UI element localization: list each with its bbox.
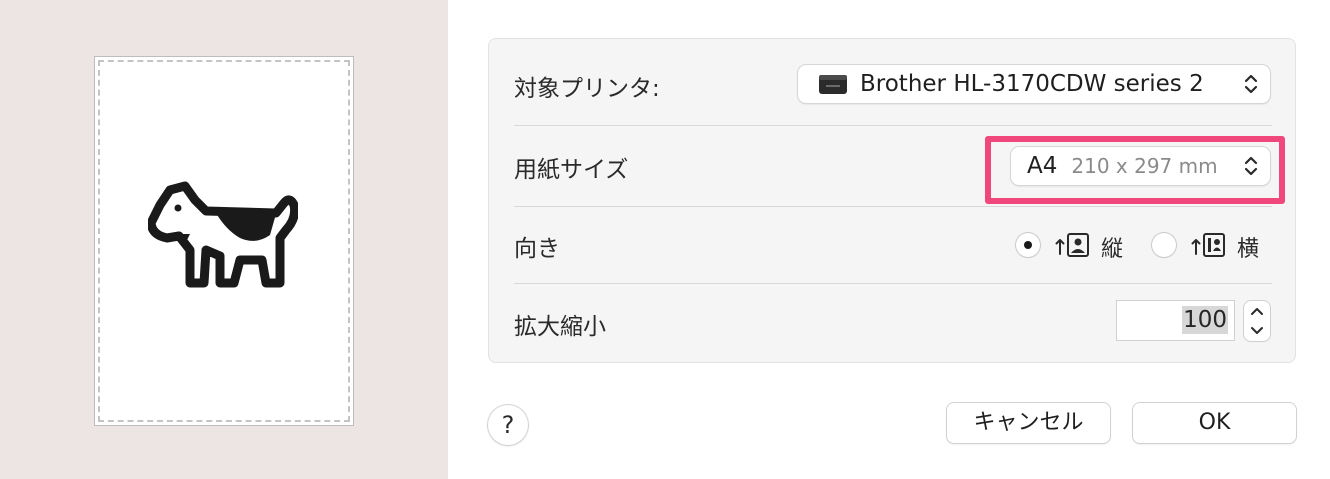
updown-chevron-icon [1244,74,1258,94]
cancel-button[interactable]: キャンセル [947,403,1110,443]
paper-size-label: 用紙サイズ [514,157,629,183]
help-button[interactable]: ? [488,405,528,445]
updown-chevron-icon [1244,156,1258,176]
divider [514,206,1272,207]
landscape-icon [1191,233,1225,257]
scale-input[interactable]: 100 [1117,301,1234,340]
divider [514,283,1272,284]
paper-size-name: A4 [1027,153,1058,179]
printer-name: Brother HL-3170CDW series 2 [860,71,1204,97]
stepper-up-icon[interactable] [1244,301,1270,321]
landscape-radio[interactable] [1152,233,1176,257]
preview-pane [0,0,448,479]
paper-size-dimensions: 210 x 297 mm [1071,154,1218,178]
stepper-down-icon[interactable] [1244,321,1270,341]
landscape-label: 横 [1237,237,1260,262]
scale-stepper[interactable] [1244,301,1270,341]
printer-label: 対象プリンタ: [514,76,660,102]
portrait-icon [1055,233,1089,257]
orientation-label: 向き [514,236,560,262]
paper-size-popup[interactable]: A4 210 x 297 mm [1011,147,1270,185]
radio-selected-dot [1024,241,1032,249]
printer-popup[interactable]: Brother HL-3170CDW series 2 [798,65,1270,103]
portrait-label: 縦 [1101,237,1124,262]
printer-icon [819,75,847,94]
portrait-radio[interactable] [1016,233,1040,257]
scale-label: 拡大縮小 [514,314,606,340]
ok-button[interactable]: OK [1133,403,1296,443]
dogcow-icon [148,181,298,288]
scale-value: 100 [1182,306,1228,334]
divider [514,125,1272,126]
page-setup-dialog: 対象プリンタ: Brother HL-3170CDW series 2 用紙サイ… [0,0,1330,479]
